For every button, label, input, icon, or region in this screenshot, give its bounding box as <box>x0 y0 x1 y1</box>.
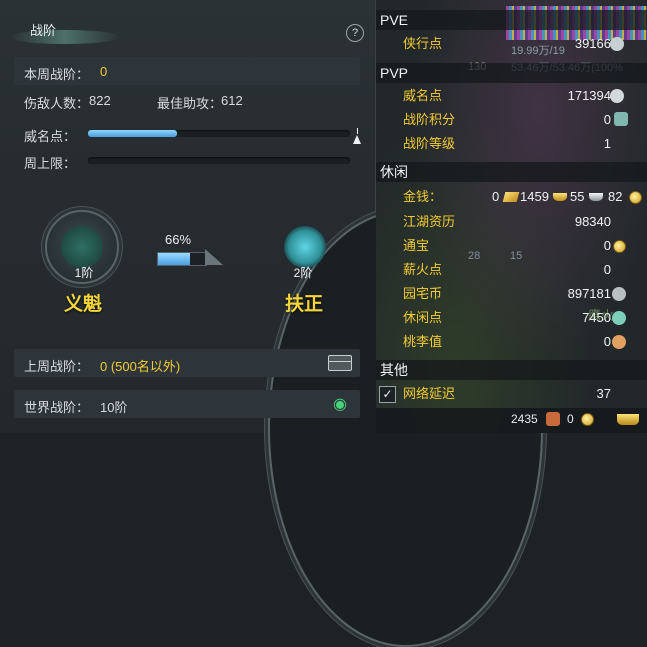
silver-ingot-icon <box>589 193 603 201</box>
currency-row: 园宅币 897181 <box>376 284 636 304</box>
rank-progress-percent: 66% <box>165 232 192 247</box>
last-week-value: 0 (500名以外) <box>100 359 181 374</box>
shop-ingot-icon[interactable] <box>617 414 639 425</box>
rank-emblem-current-icon <box>61 226 103 268</box>
money-value-c: 55 <box>570 189 585 204</box>
currency-row: 威名点 171394 <box>376 86 636 106</box>
rank-next-name: 扶正 <box>284 294 323 315</box>
gold-brick-icon <box>502 192 520 202</box>
copper-coin-icon <box>629 191 642 204</box>
currency-row: 桃李值 0 <box>376 332 636 352</box>
money-value-d: 82 <box>608 189 623 204</box>
latency-row: ✓ 网络延迟 37 <box>376 384 636 404</box>
reward-chest-icon[interactable] <box>328 355 352 371</box>
money-label: 金钱： <box>403 189 443 204</box>
currency-row: 薪火点 0 <box>376 260 636 280</box>
bottom-coin-icon[interactable] <box>581 413 594 426</box>
currency-label: 薪火点 <box>403 262 443 277</box>
currency-value: 7450 <box>582 310 611 325</box>
currency-row: 江湖资历 98340 <box>376 212 636 232</box>
currency-value: 0 <box>603 334 611 349</box>
world-rank-value: 10阶 <box>100 400 128 415</box>
currency-value: 1 <box>603 136 611 151</box>
reputation-label: 威名点： <box>24 129 77 144</box>
house-coin-icon <box>612 287 626 301</box>
reputation-bar-fill <box>88 130 178 137</box>
reputation-icon <box>610 89 624 103</box>
currency-label: 江湖资历 <box>403 214 456 229</box>
rank-emblem-next-icon <box>284 226 326 268</box>
pve-point-icon <box>610 37 624 51</box>
currency-row: 通宝 0 <box>376 236 636 256</box>
currency-label: 战阶积分 <box>403 112 456 127</box>
currency-value: 897181 <box>567 286 611 301</box>
currency-panel: 19.99万/19 53.46万/53.46万(100% 130 28 15 鹰… <box>376 0 647 433</box>
currency-row: 侠行点 39166 <box>376 34 636 54</box>
battle-rank-panel: 战阶 ? 本周战阶： 0 伤敌人数： 822 最佳助攻： 612 威名点： 周上… <box>0 0 543 647</box>
currency-value: 171394 <box>567 88 611 103</box>
money-value-b: 1459 <box>520 189 549 204</box>
rank-progress-fill <box>158 253 190 265</box>
currency-label: 通宝 <box>403 238 430 253</box>
currency-label: 战阶等级 <box>403 136 456 151</box>
peach-icon <box>612 335 626 349</box>
this-week-value: 0 <box>100 64 108 79</box>
world-rank-label: 世界战阶： <box>24 400 90 415</box>
weekly-cap-bar <box>88 157 350 164</box>
best-assist-value: 612 <box>221 93 243 108</box>
bottom-num2: 0 <box>567 412 574 426</box>
section-other-header: 其他 <box>376 360 647 380</box>
currency-label: 休闲点 <box>403 310 443 325</box>
latency-checkbox[interactable]: ✓ <box>379 386 396 403</box>
currency-row: 休闲点 7450 <box>376 308 636 328</box>
currency-list: 19.99万/19 53.46万/53.46万(100% 130 28 15 鹰… <box>376 0 647 433</box>
panel-header: 战阶 ? <box>0 0 375 46</box>
section-leisure-header: 休闲 <box>376 162 647 182</box>
cap-marker-icon <box>353 135 361 144</box>
enemies-label: 伤敌人数： <box>24 96 90 111</box>
last-week-row: 上周战阶： 0 (500名以外) <box>14 349 360 377</box>
enemies-value: 822 <box>89 93 111 108</box>
leisure-point-icon <box>612 311 626 325</box>
gold-ingot-icon <box>553 193 567 201</box>
currency-row: 战阶等级 1 <box>376 134 636 154</box>
currency-label: 园宅币 <box>403 286 443 301</box>
this-week-row: 本周战阶： 0 <box>14 57 360 85</box>
money-value-a: 0 <box>492 189 500 204</box>
cap-marker-line <box>357 128 358 134</box>
money-row: 金钱： 0 1459 55 82 <box>376 187 642 207</box>
tongbao-coin-icon <box>613 240 626 253</box>
best-assist-label: 最佳助攻： <box>157 96 223 111</box>
character-icon[interactable] <box>546 412 560 426</box>
world-rank-row: 世界战阶： 10阶 <box>14 390 360 418</box>
this-week-label: 本周战阶： <box>24 67 90 82</box>
latency-value: 37 <box>596 386 611 401</box>
currency-label: 侠行点 <box>403 36 443 51</box>
latency-label: 网络延迟 <box>403 386 456 401</box>
progress-arrow-icon <box>205 249 223 265</box>
map-pin-icon[interactable]: ◉ <box>333 394 347 414</box>
currency-value: 39166 <box>574 36 611 51</box>
currency-value: 98340 <box>574 214 611 229</box>
currency-row: 战阶积分 0 <box>376 110 636 130</box>
weekly-cap-label: 周上限： <box>24 156 77 171</box>
rank-current-level: 1阶 <box>74 266 94 280</box>
currency-label: 威名点 <box>403 88 443 103</box>
rank-next-level: 2阶 <box>293 266 313 280</box>
leaf-ornament-icon <box>10 30 120 44</box>
rank-current-name: 义魁 <box>63 294 102 315</box>
battle-score-icon <box>614 112 628 126</box>
section-pvp-header: PVP <box>376 63 647 83</box>
reputation-bar <box>88 130 350 137</box>
currency-label: 桃李值 <box>403 334 443 349</box>
section-pve-header: PVE <box>376 10 647 30</box>
help-button[interactable]: ? <box>346 24 364 42</box>
tab-battle-rank[interactable]: 战阶 <box>30 20 56 39</box>
currency-value: 0 <box>603 238 611 253</box>
bottom-num1: 2435 <box>511 412 538 426</box>
rank-progress-bar <box>157 252 207 266</box>
currency-value: 0 <box>603 112 611 127</box>
currency-value: 0 <box>603 262 611 277</box>
last-week-label: 上周战阶： <box>24 359 90 374</box>
